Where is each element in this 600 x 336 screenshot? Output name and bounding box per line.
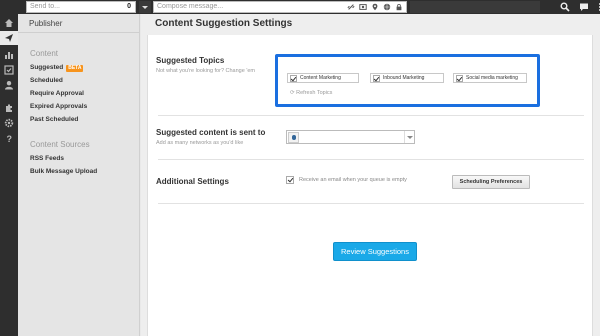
refresh-topics-label: Refresh Topics bbox=[296, 90, 333, 96]
page-title: Content Suggestion Settings bbox=[155, 18, 293, 29]
sidebar-item-label: Expired Approvals bbox=[30, 103, 88, 110]
topics-highlight-box: Content Marketing Inbound Marketing Soci… bbox=[275, 54, 540, 107]
lock-icon[interactable] bbox=[395, 3, 403, 11]
settings-icon[interactable] bbox=[4, 118, 14, 128]
divider bbox=[158, 115, 584, 116]
contacts-icon[interactable] bbox=[4, 80, 14, 90]
sidebar-item-past-scheduled[interactable]: Past Scheduled bbox=[30, 116, 139, 124]
sidebar-item-label: Scheduled bbox=[30, 77, 63, 84]
sent-to-title: Suggested content is sent to bbox=[156, 128, 266, 137]
sidebar-item-bulk-message-upload[interactable]: Bulk Message Upload bbox=[30, 168, 139, 176]
send-to-count: 0 bbox=[127, 3, 131, 10]
image-icon[interactable] bbox=[359, 3, 367, 11]
scheduling-preferences-button[interactable]: Scheduling Preferences bbox=[452, 175, 530, 189]
sidebar-item-label: Bulk Message Upload bbox=[30, 168, 98, 175]
svg-text:?: ? bbox=[7, 134, 13, 143]
link-icon[interactable] bbox=[347, 3, 355, 11]
topic-checkbox-content-marketing[interactable]: Content Marketing bbox=[287, 73, 359, 83]
send-icon[interactable] bbox=[0, 31, 18, 45]
send-to-dropdown-button[interactable] bbox=[139, 1, 151, 13]
email-when-empty-checkbox[interactable] bbox=[286, 176, 294, 184]
analytics-icon[interactable] bbox=[4, 50, 14, 60]
content-sources-section-heading: Content Sources bbox=[30, 140, 90, 149]
chat-icon[interactable] bbox=[579, 2, 589, 12]
settings-panel: Suggested Topics Not what you're looking… bbox=[147, 35, 593, 336]
beta-badge: BETA bbox=[66, 65, 84, 72]
globe-icon[interactable] bbox=[383, 3, 391, 11]
refresh-topics-link[interactable]: ⟳ Refresh Topics bbox=[290, 90, 332, 96]
sidebar-item-expired-approvals[interactable]: Expired Approvals bbox=[30, 103, 139, 111]
send-to-field[interactable]: Send to... 0 bbox=[26, 1, 136, 13]
email-when-empty-label: Receive an email when your queue is empt… bbox=[299, 177, 407, 183]
suggested-topics-title: Suggested Topics bbox=[156, 56, 225, 65]
network-avatar bbox=[288, 132, 299, 143]
home-icon[interactable] bbox=[4, 18, 14, 28]
sidebar-item-label: Require Approval bbox=[30, 90, 84, 97]
send-to-placeholder: Send to... bbox=[30, 3, 60, 10]
topic-label: Social media marketing bbox=[466, 75, 518, 81]
divider bbox=[158, 203, 584, 204]
help-icon[interactable]: ? bbox=[4, 133, 14, 143]
topic-checkbox-inbound-marketing[interactable]: Inbound Marketing bbox=[370, 73, 444, 83]
sidebar-item-label: RSS Feeds bbox=[30, 155, 64, 162]
topic-label: Inbound Marketing bbox=[383, 75, 425, 81]
location-icon[interactable] bbox=[371, 3, 379, 11]
checkbox-icon bbox=[290, 75, 297, 82]
additional-settings-title: Additional Settings bbox=[156, 177, 229, 186]
sidebar-item-label: Suggested bbox=[30, 64, 64, 71]
topic-checkbox-social-media-marketing[interactable]: Social media marketing bbox=[453, 73, 527, 83]
divider bbox=[158, 159, 584, 160]
icon-rail: ? bbox=[0, 14, 18, 336]
main-content: Content Suggestion Settings Suggested To… bbox=[141, 14, 600, 336]
sidebar-item-rss-feeds[interactable]: RSS Feeds bbox=[30, 155, 139, 163]
checkbox-icon bbox=[456, 75, 463, 82]
apps-icon[interactable] bbox=[4, 103, 14, 113]
publisher-sidebar: Publisher Content Suggested BETA Schedule… bbox=[18, 14, 140, 336]
sidebar-item-scheduled[interactable]: Scheduled bbox=[30, 77, 139, 85]
sidebar-header: Publisher bbox=[18, 14, 139, 33]
search-icon[interactable] bbox=[560, 2, 570, 12]
send-now-button[interactable] bbox=[410, 1, 540, 13]
compose-message-input[interactable]: Compose message... bbox=[153, 1, 407, 13]
review-suggestions-button[interactable]: Review Suggestions bbox=[333, 242, 417, 261]
suggested-topics-subtitle: Not what you're looking for? Change 'em bbox=[156, 68, 256, 74]
sent-to-subtitle: Add as many networks as you'd like bbox=[156, 140, 244, 146]
topic-label: Content Marketing bbox=[300, 75, 341, 81]
chevron-down-icon bbox=[404, 131, 414, 143]
content-section-heading: Content bbox=[30, 49, 59, 58]
sidebar-item-label: Past Scheduled bbox=[30, 116, 79, 123]
sidebar-item-require-approval[interactable]: Require Approval bbox=[30, 90, 139, 98]
checkbox-icon bbox=[373, 75, 380, 82]
sidebar-item-suggested[interactable]: Suggested BETA bbox=[30, 64, 139, 72]
top-bar: Send to... 0 Compose message... bbox=[0, 0, 600, 14]
compose-placeholder: Compose message... bbox=[157, 3, 224, 10]
network-select[interactable] bbox=[286, 130, 415, 144]
assignments-icon[interactable] bbox=[4, 65, 14, 75]
